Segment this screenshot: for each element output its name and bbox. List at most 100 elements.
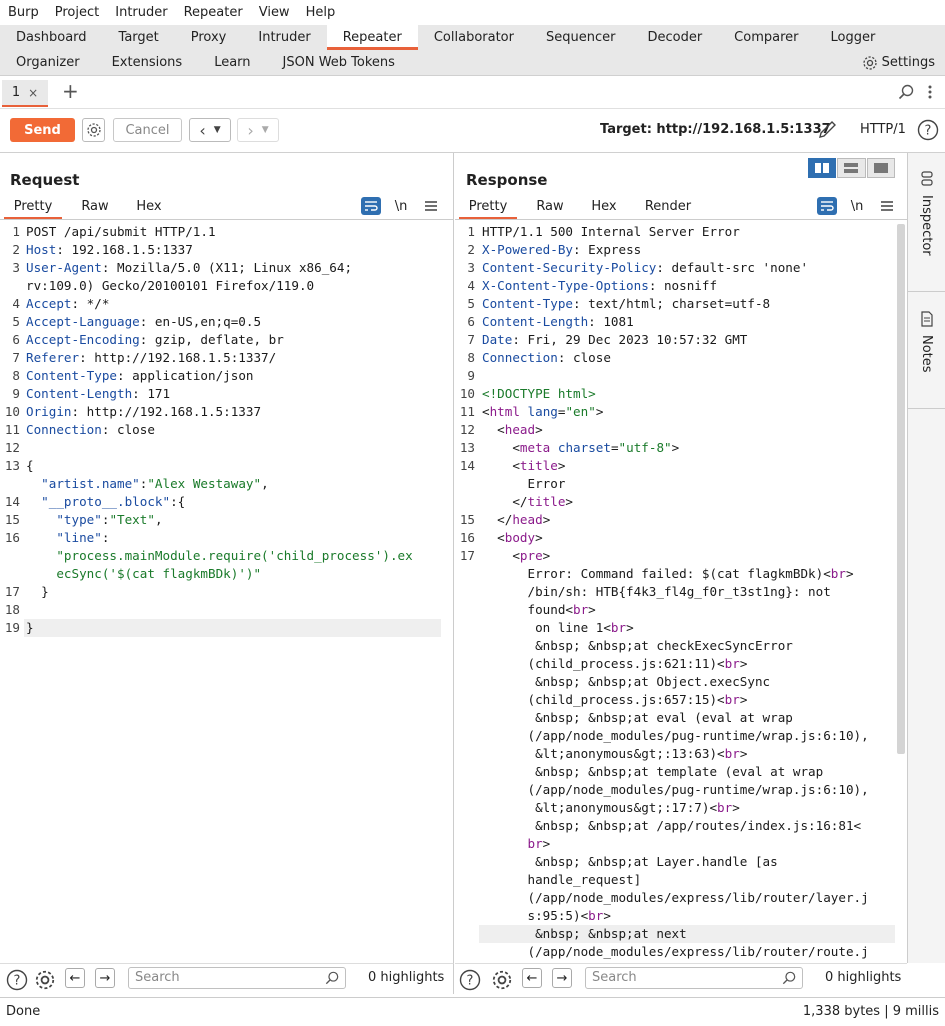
- menu-help[interactable]: Help: [298, 5, 344, 20]
- line-number: 3: [12, 260, 20, 275]
- send-button[interactable]: Send: [10, 118, 75, 142]
- menu-repeater[interactable]: Repeater: [176, 5, 251, 20]
- help-icon[interactable]: ?: [459, 969, 481, 991]
- code-line: }: [26, 620, 34, 635]
- code-line: <head>: [482, 422, 543, 437]
- line-number: 5: [12, 314, 20, 329]
- request-tab-pretty[interactable]: Pretty: [4, 195, 62, 219]
- request-title: Request: [10, 171, 80, 189]
- tab-extensions[interactable]: Extensions: [96, 50, 199, 75]
- previous-match-button[interactable]: ←: [65, 968, 85, 988]
- arrow-right-icon: →: [99, 970, 111, 986]
- response-tab-raw[interactable]: Raw: [521, 195, 579, 219]
- code-line: br>: [527, 836, 551, 851]
- add-tab-button[interactable]: +: [62, 79, 79, 103]
- tab-sequencer[interactable]: Sequencer: [530, 25, 631, 50]
- notes-label: Notes: [919, 335, 934, 373]
- code-line: User-Agent: Mozilla/5.0 (X11; Linux x86_…: [26, 260, 353, 275]
- code-line: &nbsp; &nbsp;at eval (eval at wrap: [482, 710, 793, 725]
- history-back-button[interactable]: ‹ ▼: [189, 118, 231, 142]
- code-line: "process.mainModule.require('child_proce…: [56, 548, 413, 563]
- history-forward-button[interactable]: › ▼: [237, 118, 279, 142]
- settings-button[interactable]: Settings: [862, 50, 935, 75]
- code-line: <meta charset="utf-8">: [482, 440, 680, 455]
- line-number: 19: [4, 620, 20, 635]
- menu-project[interactable]: Project: [47, 5, 107, 20]
- code-line: Content-Length: 171: [26, 386, 171, 401]
- inspector-tab[interactable]: Inspector: [908, 171, 945, 256]
- response-search-input[interactable]: Search: [585, 967, 803, 989]
- tab-json-web-tokens[interactable]: JSON Web Tokens: [267, 50, 411, 75]
- layout-tabbed-button[interactable]: [866, 158, 895, 178]
- status-text: Done: [6, 1004, 41, 1019]
- request-tab-raw[interactable]: Raw: [66, 195, 124, 219]
- tab-decoder[interactable]: Decoder: [631, 25, 718, 50]
- send-options-button[interactable]: [82, 118, 105, 142]
- code-line: "type":"Text",: [56, 512, 163, 527]
- code-line: (/app/node_modules/express/lib/router/ro…: [482, 944, 869, 959]
- tab-target[interactable]: Target: [103, 25, 175, 50]
- code-line: POST /api/submit HTTP/1.1: [26, 224, 216, 239]
- pane-menu-button[interactable]: [421, 197, 441, 215]
- help-icon[interactable]: ?: [917, 119, 939, 141]
- layout-toggle: [808, 158, 896, 178]
- code-line: }: [26, 584, 49, 599]
- tab-learn[interactable]: Learn: [198, 50, 266, 75]
- code-line: &nbsp; &nbsp;at /app/routes/index.js:16:…: [482, 818, 862, 833]
- tab-collaborator[interactable]: Collaborator: [418, 25, 530, 50]
- menu-intruder[interactable]: Intruder: [107, 5, 175, 20]
- tab-intruder[interactable]: Intruder: [242, 25, 326, 50]
- line-number: 4: [12, 296, 20, 311]
- response-tab-render[interactable]: Render: [639, 195, 697, 219]
- next-match-button[interactable]: →: [95, 968, 115, 988]
- cancel-button[interactable]: Cancel: [113, 118, 182, 142]
- repeater-tab-1[interactable]: 1 ×: [2, 80, 48, 107]
- layout-stacked-button[interactable]: [837, 158, 866, 178]
- tab-organizer[interactable]: Organizer: [0, 50, 96, 75]
- tab-proxy[interactable]: Proxy: [175, 25, 243, 50]
- tab-dashboard[interactable]: Dashboard: [0, 25, 103, 50]
- request-tab-hex[interactable]: Hex: [120, 195, 178, 219]
- previous-match-button[interactable]: ←: [522, 968, 542, 988]
- notes-tab[interactable]: Notes: [908, 311, 945, 373]
- wrap-lines-button[interactable]: [817, 197, 837, 215]
- pane-menu-button[interactable]: [877, 197, 897, 215]
- gear-icon[interactable]: [491, 969, 513, 991]
- response-scrollbar[interactable]: [897, 224, 905, 754]
- code-line: {: [26, 458, 34, 473]
- gear-icon[interactable]: [34, 969, 56, 991]
- request-highlights-count: 0 highlights: [368, 970, 445, 985]
- layout-side-by-side-button[interactable]: [808, 158, 837, 178]
- tab-comparer[interactable]: Comparer: [718, 25, 814, 50]
- http-version-toggle[interactable]: HTTP/1: [860, 118, 906, 142]
- show-newlines-button[interactable]: \n: [391, 197, 411, 215]
- request-footer: ? ← → Search 0 highlights: [0, 963, 454, 994]
- code-line: Error: Command failed: $(cat flagkmBDk)<…: [482, 566, 854, 581]
- show-newlines-button[interactable]: \n: [847, 197, 867, 215]
- menu-burp[interactable]: Burp: [0, 5, 47, 20]
- code-line: Accept-Encoding: gzip, deflate, br: [26, 332, 284, 347]
- search-icon[interactable]: [898, 84, 914, 100]
- repeater-tab-label: 1: [11, 85, 21, 100]
- code-line: <body>: [482, 530, 543, 545]
- tab-logger[interactable]: Logger: [815, 25, 892, 50]
- tab-repeater[interactable]: Repeater: [326, 25, 418, 50]
- code-line: <html lang="en">: [482, 404, 604, 419]
- svg-text:?: ?: [925, 124, 932, 139]
- settings-label: Settings: [881, 55, 935, 70]
- request-search-input[interactable]: Search: [128, 967, 346, 989]
- line-number: 1: [12, 224, 20, 239]
- edit-target-icon[interactable]: [817, 120, 839, 140]
- menu-view[interactable]: View: [251, 5, 298, 20]
- close-icon[interactable]: ×: [28, 86, 38, 100]
- next-match-button[interactable]: →: [552, 968, 572, 988]
- line-number: 9: [12, 386, 20, 401]
- code-line: X-Powered-By: Express: [482, 242, 642, 257]
- response-tab-hex[interactable]: Hex: [575, 195, 633, 219]
- wrap-lines-button[interactable]: [361, 197, 381, 215]
- help-icon[interactable]: ?: [6, 969, 28, 991]
- response-tab-pretty[interactable]: Pretty: [459, 195, 517, 219]
- request-toolbar: Send Cancel ‹ ▼ › ▼ Target: http://192.1…: [0, 109, 945, 153]
- svg-text:?: ?: [467, 974, 474, 989]
- more-options-icon[interactable]: [926, 84, 934, 100]
